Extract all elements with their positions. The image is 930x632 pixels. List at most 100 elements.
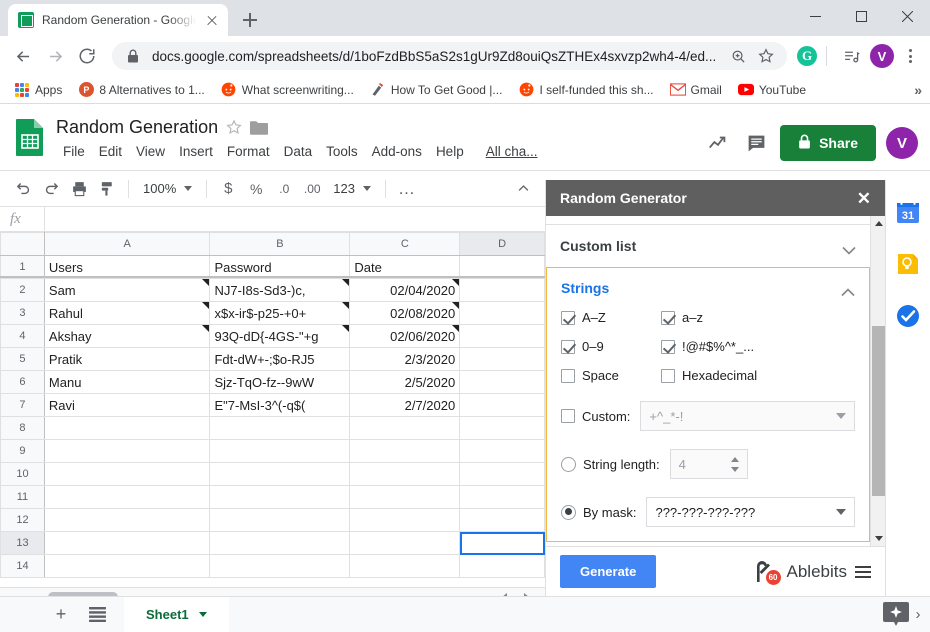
triangle-down-icon[interactable] — [730, 466, 739, 472]
cell-a7[interactable]: Ravi — [43, 393, 211, 417]
row-header[interactable]: 6 — [0, 370, 45, 394]
undo-icon[interactable] — [10, 176, 36, 202]
menu-data[interactable]: Data — [277, 142, 320, 161]
increase-decimal-button[interactable]: .00 — [299, 176, 325, 202]
scroll-down-button[interactable] — [871, 531, 885, 546]
google-tasks-icon[interactable] — [896, 304, 920, 328]
menu-insert[interactable]: Insert — [172, 142, 220, 161]
cell-a12[interactable] — [43, 508, 211, 532]
triangle-up-icon[interactable] — [730, 456, 739, 462]
chevron-down-icon[interactable] — [198, 612, 207, 617]
share-button[interactable]: Share — [780, 125, 876, 161]
cell-d14[interactable] — [459, 554, 545, 578]
bookmark-howtogetgood[interactable]: How To Get Good |... — [364, 79, 509, 101]
cell-b9[interactable] — [209, 439, 351, 463]
browser-tab[interactable]: Random Generation - Google Sh — [8, 4, 228, 36]
cell-b4[interactable]: 93Q-dD{-4GS-"+g — [209, 324, 351, 348]
cell-a13[interactable] — [43, 531, 211, 555]
trending-up-icon[interactable] — [704, 129, 732, 157]
cell-a3[interactable]: Rahul — [43, 301, 211, 325]
minimize-button[interactable] — [792, 0, 838, 32]
row-header[interactable]: 9 — [0, 439, 45, 463]
column-header-b[interactable]: B — [209, 232, 351, 256]
checkbox-special-characters[interactable]: !@#$%^*_... — [661, 339, 855, 354]
cell-a8[interactable] — [43, 416, 211, 440]
chrome-menu-icon[interactable] — [898, 43, 922, 69]
cell-b7[interactable]: E"7-MsI-3^(-q$( — [209, 393, 351, 417]
close-button[interactable] — [884, 0, 930, 32]
cell-b10[interactable] — [209, 462, 351, 486]
cell-d3[interactable] — [459, 301, 545, 325]
cell-c11[interactable] — [349, 485, 461, 509]
percent-format-button[interactable]: % — [243, 176, 269, 202]
print-icon[interactable] — [66, 176, 92, 202]
decrease-decimal-button[interactable]: .0 — [271, 176, 297, 202]
cell-a2[interactable]: Sam — [43, 278, 211, 302]
checkbox-space[interactable]: Space — [561, 368, 661, 383]
cell-d9[interactable] — [459, 439, 545, 463]
collapse-toolbar-icon[interactable] — [510, 176, 536, 202]
bookmark-apps[interactable]: Apps — [8, 79, 68, 101]
column-header-c[interactable]: C — [349, 232, 461, 256]
cell-c9[interactable] — [349, 439, 461, 463]
cell-c2[interactable]: 02/04/2020 — [349, 278, 461, 302]
checkbox-uppercase[interactable]: A–Z — [561, 310, 661, 325]
sheets-profile-avatar[interactable]: V — [886, 127, 918, 159]
cell-c12[interactable] — [349, 508, 461, 532]
number-format-selector[interactable]: 123 — [327, 176, 377, 202]
ablebits-brand[interactable]: 60 Ablebits — [751, 560, 871, 585]
menu-file[interactable]: File — [56, 142, 92, 161]
paint-format-icon[interactable] — [94, 176, 120, 202]
google-keep-icon[interactable] — [896, 252, 920, 276]
bookmark-reddit-selffunded[interactable]: I self-funded this sh... — [512, 79, 659, 101]
cell-d6[interactable] — [459, 370, 545, 394]
bookmark-producthunt[interactable]: P 8 Alternatives to 1... — [72, 79, 210, 101]
checkbox-digits[interactable]: 0–9 — [561, 339, 661, 354]
cell-d13-selected[interactable] — [459, 531, 545, 555]
checkbox-custom[interactable]: Custom: — [561, 409, 630, 424]
forward-arrow-icon[interactable] — [40, 41, 70, 71]
cell-c10[interactable] — [349, 462, 461, 486]
cell-c5[interactable]: 2/3/2020 — [349, 347, 461, 371]
checkbox-hexadecimal[interactable]: Hexadecimal — [661, 368, 855, 383]
bookmark-star-icon[interactable] — [757, 47, 775, 65]
tab-close-icon[interactable] — [204, 12, 220, 28]
generate-button[interactable]: Generate — [560, 555, 657, 588]
row-header[interactable]: 12 — [0, 508, 45, 532]
cell-c3[interactable]: 02/08/2020 — [349, 301, 461, 325]
cell-a9[interactable] — [43, 439, 211, 463]
cell-b12[interactable] — [209, 508, 351, 532]
bookmark-reddit-screenwriting[interactable]: What screenwriting... — [215, 79, 360, 101]
row-header[interactable]: 13 — [0, 531, 45, 555]
scrollbar-thumb[interactable] — [872, 326, 885, 496]
row-header[interactable]: 7 — [0, 393, 45, 417]
folder-icon[interactable] — [250, 120, 269, 135]
zoom-in-icon[interactable] — [729, 47, 747, 65]
cell-d11[interactable] — [459, 485, 545, 509]
column-header-a[interactable]: A — [43, 232, 211, 256]
checkbox-lowercase[interactable]: a–z — [661, 310, 855, 325]
expand-panel-chevron-icon[interactable]: › — [900, 596, 930, 632]
cell-a5[interactable]: Pratik — [43, 347, 211, 371]
menu-addons[interactable]: Add-ons — [365, 142, 429, 161]
zoom-selector[interactable]: 100% — [137, 176, 198, 202]
cell-b5[interactable]: Fdt-dW+-;$o-RJ5 — [209, 347, 351, 371]
hamburger-icon[interactable] — [855, 565, 871, 578]
menu-edit[interactable]: Edit — [92, 142, 129, 161]
cell-b2[interactable]: NJ7-I8s-Sd3-)c, — [209, 278, 351, 302]
cell-c8[interactable] — [349, 416, 461, 440]
custom-characters-input[interactable]: +^_*-! — [640, 401, 855, 431]
all-changes-saved-link[interactable]: All cha... — [479, 142, 545, 161]
cell-d5[interactable] — [459, 347, 545, 371]
cell-a11[interactable] — [43, 485, 211, 509]
reload-icon[interactable] — [72, 41, 102, 71]
bookmark-youtube[interactable]: YouTube — [732, 79, 812, 101]
row-header[interactable]: 14 — [0, 554, 45, 578]
bookmark-gmail[interactable]: Gmail — [664, 79, 728, 101]
string-length-stepper[interactable]: 4 — [669, 449, 748, 479]
cell-c4[interactable]: 02/06/2020 — [349, 324, 461, 348]
redo-icon[interactable] — [38, 176, 64, 202]
comment-icon[interactable] — [742, 129, 770, 157]
add-sheet-button[interactable]: + — [44, 598, 78, 632]
currency-format-button[interactable]: $ — [215, 176, 241, 202]
